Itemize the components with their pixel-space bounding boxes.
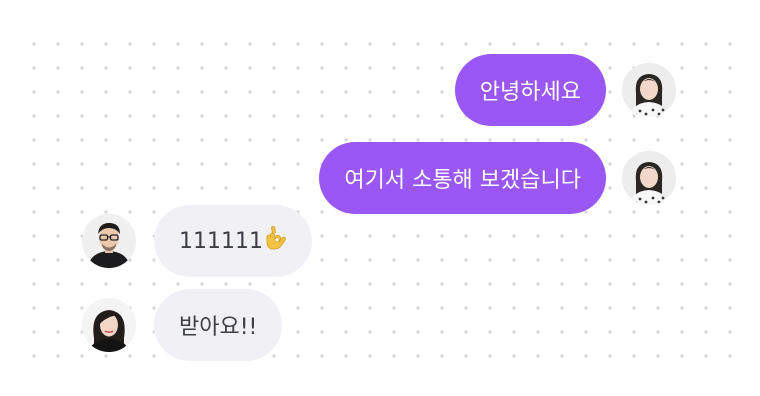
contact-avatar[interactable] [82, 298, 136, 352]
message-text: 여기서 소통해 보겠습니다 [344, 168, 581, 193]
message-text: 안녕하세요 [479, 80, 581, 105]
message-row-incoming: 받아요!! [82, 289, 283, 361]
woman-avatar-icon [622, 151, 676, 205]
user-avatar[interactable] [622, 63, 676, 117]
message-row-incoming: 111111 [82, 205, 312, 277]
user-avatar[interactable] [622, 151, 676, 205]
contact-avatar[interactable] [82, 214, 136, 268]
message-bubble[interactable]: 받아요!! [154, 289, 283, 361]
message-bubble[interactable]: 여기서 소통해 보겠습니다 [319, 142, 606, 214]
message-text: 111111 [179, 228, 263, 254]
message-text: 받아요!! [179, 315, 258, 340]
message-bubble[interactable]: 111111 [154, 205, 312, 277]
message-bubble[interactable]: 안녕하세요 [454, 54, 606, 126]
woman-avatar-icon [622, 63, 676, 117]
ok-hand-icon [265, 226, 287, 256]
woman-avatar-icon [82, 298, 136, 352]
message-row-outgoing: 여기서 소통해 보겠습니다 [319, 142, 676, 214]
message-row-outgoing: 안녕하세요 [454, 54, 676, 126]
man-avatar-icon [82, 214, 136, 268]
